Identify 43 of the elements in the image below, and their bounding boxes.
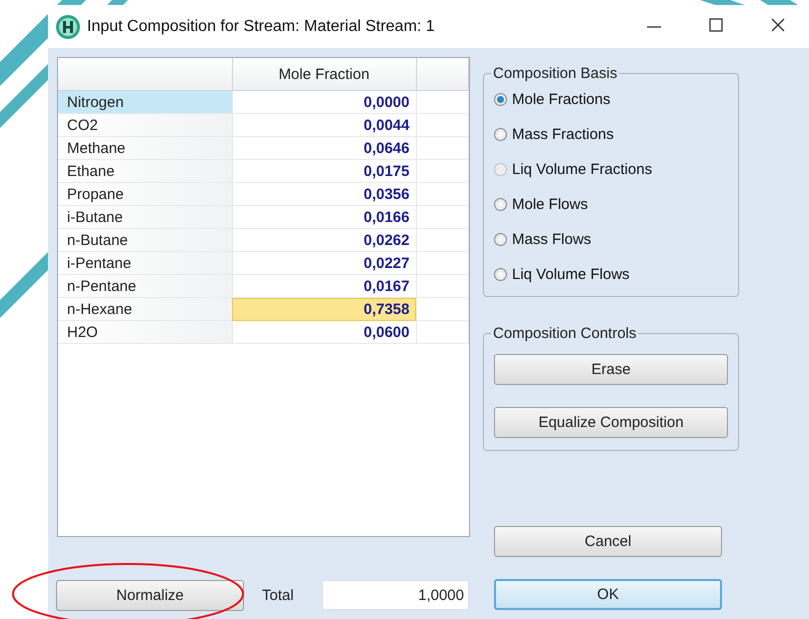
radio-label[interactable]: Mass Flows [512,231,592,248]
radio-label[interactable]: Mass Fractions [512,126,614,143]
radio-label[interactable]: Liq Volume Flows [512,266,630,283]
component-name[interactable]: n-Pentane [58,274,232,298]
component-name[interactable]: i-Butane [58,206,232,228]
mole-fraction-cell[interactable]: 0,0175 [232,160,416,182]
component-name[interactable]: CO2 [58,114,232,136]
mole-fraction-cell[interactable]: 0,0646 [232,136,416,160]
radio-button[interactable] [494,93,507,106]
radio-button[interactable] [494,268,507,281]
mole-fraction-cell[interactable]: 0,0227 [232,252,416,274]
radio-button[interactable] [494,128,507,141]
radio-button[interactable] [494,233,507,246]
component-name[interactable]: Nitrogen [58,90,232,114]
component-name[interactable]: Propane [58,182,232,206]
component-name[interactable]: n-Butane [58,228,232,252]
equalize-button[interactable]: Equalize Composition [494,407,728,438]
column-header: Mole Fraction [232,58,416,90]
mole-fraction-cell[interactable]: 0,0000 [232,90,416,114]
component-name[interactable]: i-Pentane [58,252,232,274]
window-title: Input Composition for Stream: Material Stream: 1 [87,18,435,36]
mole-fraction-cell[interactable]: 0,7358 [232,298,416,320]
mole-fraction-cell[interactable]: 0,0356 [232,182,416,206]
total-label: Total [262,586,295,604]
component-name[interactable]: Ethane [58,160,232,182]
group-title: Composition Controls [492,325,638,342]
app-logo-icon [55,14,81,40]
component-name[interactable]: n-Hexane [58,298,232,320]
ok-button[interactable]: OK [494,579,722,610]
cancel-button[interactable]: Cancel [494,526,722,557]
mole-fraction-cell[interactable]: 0,0044 [232,114,416,136]
component-name[interactable]: H2O [58,320,232,344]
mole-fraction-cell[interactable]: 0,0262 [232,228,416,252]
mole-fraction-cell[interactable]: 0,0600 [232,320,416,344]
group-title: Composition Basis [492,65,618,82]
component-name[interactable]: Methane [58,136,232,160]
total-field: 1,0000 [322,580,469,610]
radio-label[interactable]: Mole Flows [512,196,588,213]
erase-button[interactable]: Erase [494,354,728,385]
mole-fraction-cell[interactable]: 0,0166 [232,206,416,228]
normalize-button[interactable]: Normalize [56,580,244,610]
radio-button[interactable] [494,198,507,211]
radio-label[interactable]: Mole Fractions [512,91,610,108]
